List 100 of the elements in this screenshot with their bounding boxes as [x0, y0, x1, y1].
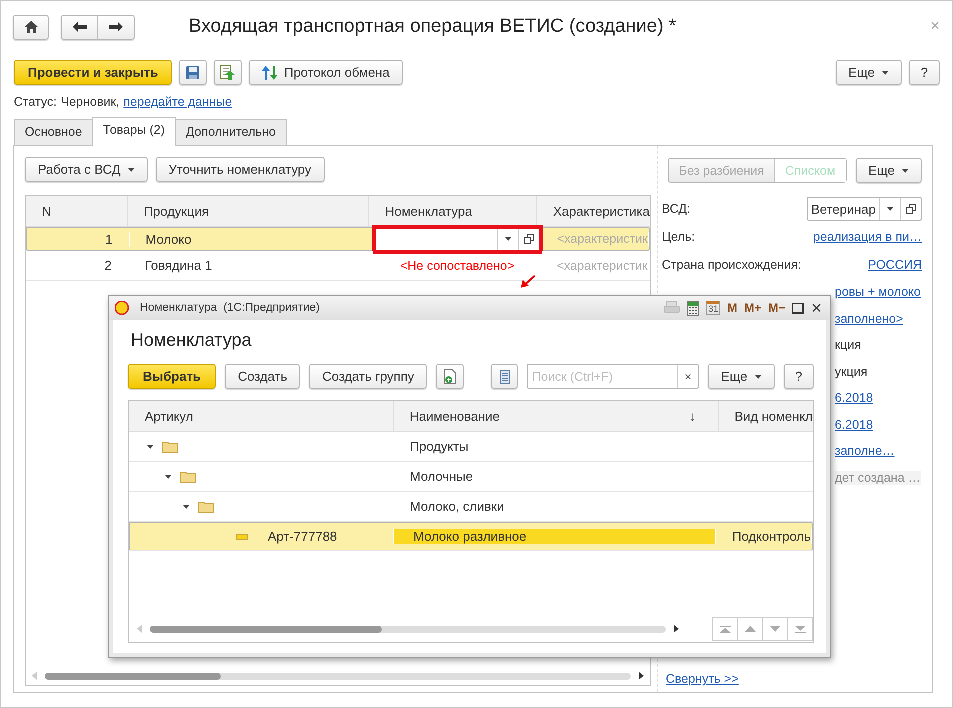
item-icon — [236, 534, 248, 540]
field-value-link[interactable]: 6.2018 — [835, 418, 874, 432]
field-label: ВСД: — [662, 202, 691, 216]
field-value-link[interactable]: заполнено> — [835, 312, 904, 326]
tree-row[interactable]: Продукты — [129, 432, 813, 462]
back-button[interactable] — [61, 14, 98, 40]
nomenclature-field[interactable] — [373, 226, 542, 252]
create-group-button[interactable]: Создать группу — [309, 364, 428, 389]
clear-search-button[interactable]: × — [677, 365, 698, 388]
vsd-select[interactable]: Ветеринар — [807, 197, 922, 221]
window-title: Входящая транспортная операция ВЕТИС (создание) * — [189, 16, 676, 38]
help-button[interactable]: ? — [909, 60, 940, 85]
calendar-button[interactable]: 31 — [706, 301, 720, 315]
logo-icon — [115, 301, 129, 315]
field-value-link[interactable]: 6.2018 — [835, 391, 874, 406]
field-value-link[interactable]: ровы + молоко — [835, 285, 921, 300]
table-cell: Продукты — [394, 432, 719, 461]
dropdown-caret-icon — [886, 207, 894, 211]
horizontal-scrollbar[interactable] — [150, 626, 666, 632]
scroll-left-icon — [137, 625, 142, 633]
table-row[interactable]: 2 Говядина 1 <Не сопоставлено> <характеристик — [26, 251, 650, 281]
expand-caret-icon[interactable] — [183, 504, 190, 508]
column-header: Артикул — [129, 401, 394, 431]
column-header: Продукция — [128, 196, 370, 226]
calculator-icon[interactable] — [687, 300, 700, 316]
dropdown-caret-icon — [504, 237, 512, 241]
column-header: Наименование — [410, 408, 500, 424]
tab[interactable]: Основное — [14, 119, 94, 145]
table-cell: Арт-777788 — [268, 529, 338, 544]
save-button[interactable] — [179, 60, 208, 85]
home-button[interactable] — [13, 14, 49, 40]
more-button[interactable]: Еще — [836, 60, 902, 85]
expand-caret-icon[interactable] — [165, 474, 172, 478]
scroll-left-icon — [32, 672, 37, 680]
status-label: Статус: — [14, 95, 57, 109]
open-form-icon — [906, 204, 916, 214]
memory-button[interactable]: M− — [768, 301, 786, 315]
more-button[interactable]: Еще — [708, 364, 775, 389]
table-cell: Молочные — [394, 462, 719, 491]
folder-icon — [198, 500, 214, 512]
table-cell: 1 — [27, 232, 130, 246]
horizontal-scrollbar[interactable] — [45, 672, 631, 680]
list-button[interactable] — [490, 364, 518, 389]
caret-icon — [754, 374, 762, 378]
field-value-link[interactable]: заполне… — [835, 444, 895, 458]
up-down-arrows-icon — [262, 66, 278, 80]
field-value-link[interactable]: РОССИЯ — [868, 258, 922, 272]
folder-icon — [162, 440, 178, 452]
table-cell: 2 — [26, 251, 129, 280]
home-icon — [24, 21, 38, 33]
to-bottom-icon — [794, 626, 806, 632]
post-and-close-button[interactable]: Провести и закрыть — [14, 60, 172, 85]
field-label: Страна происхождения: — [662, 258, 802, 272]
tab[interactable]: Дополнительно — [175, 119, 287, 145]
column-header: Характеристика — [552, 202, 650, 221]
expand-caret-icon[interactable] — [147, 444, 154, 448]
back-arrow-icon — [72, 22, 86, 32]
tab[interactable]: Товары (2) — [92, 117, 176, 146]
choose-button[interactable]: Выбрать — [128, 364, 216, 389]
memory-button[interactable]: M — [727, 301, 738, 315]
table-cell: <характеристик — [543, 251, 650, 280]
help-button[interactable]: ? — [784, 364, 814, 389]
field-value: укция — [835, 364, 868, 379]
caret-icon — [128, 168, 135, 172]
field-value: дет создана … — [835, 470, 921, 485]
scroll-right-icon — [674, 625, 679, 633]
caret-icon — [902, 168, 909, 172]
column-header: Вид номенкл — [734, 408, 813, 426]
vsd-menu-button[interactable]: Работа с ВСД — [25, 157, 148, 182]
status-value: Черновик, — [61, 95, 120, 109]
up-icon — [744, 626, 756, 632]
close-button[interactable]: × — [811, 299, 822, 317]
maximize-icon[interactable] — [792, 302, 804, 314]
table-cell: Говядина 1 — [129, 251, 373, 280]
open-form-icon — [524, 234, 534, 244]
down-icon — [770, 626, 780, 632]
folder-icon — [180, 470, 196, 482]
field-value-link[interactable]: реализация в пи… — [813, 230, 922, 244]
search-field[interactable]: Поиск (Ctrl+F) × — [527, 364, 700, 389]
forward-arrow-icon — [109, 22, 123, 32]
more-button[interactable]: Еще — [856, 158, 922, 183]
document-button[interactable] — [214, 60, 242, 85]
forward-button[interactable] — [98, 14, 135, 40]
table-row[interactable]: 1 Молоко <характеристик — [26, 227, 650, 251]
refine-nomenclature-button[interactable]: Уточнить номенклатуру — [156, 157, 325, 182]
copy-button[interactable] — [436, 364, 464, 389]
list-icon — [500, 370, 510, 384]
scroll-right-icon — [639, 672, 644, 680]
memory-button[interactable]: M+ — [744, 301, 762, 315]
table-cell: Молоко разливное — [394, 529, 716, 544]
exchange-log-button[interactable]: Протокол обмена — [249, 60, 403, 85]
tree-row[interactable]: Молочные — [129, 462, 813, 492]
create-button[interactable]: Создать — [225, 364, 300, 389]
document-arrow-icon — [220, 64, 236, 80]
table-cell: Молоко, сливки — [394, 492, 719, 521]
tree-row[interactable]: Арт-777788 Молоко разливное Подконтроль — [129, 522, 813, 551]
document-plus-icon — [444, 369, 457, 384]
send-data-link[interactable]: передайте данные — [124, 95, 232, 109]
column-header: N — [26, 196, 128, 226]
collapse-link[interactable]: Свернуть >> — [666, 672, 922, 686]
